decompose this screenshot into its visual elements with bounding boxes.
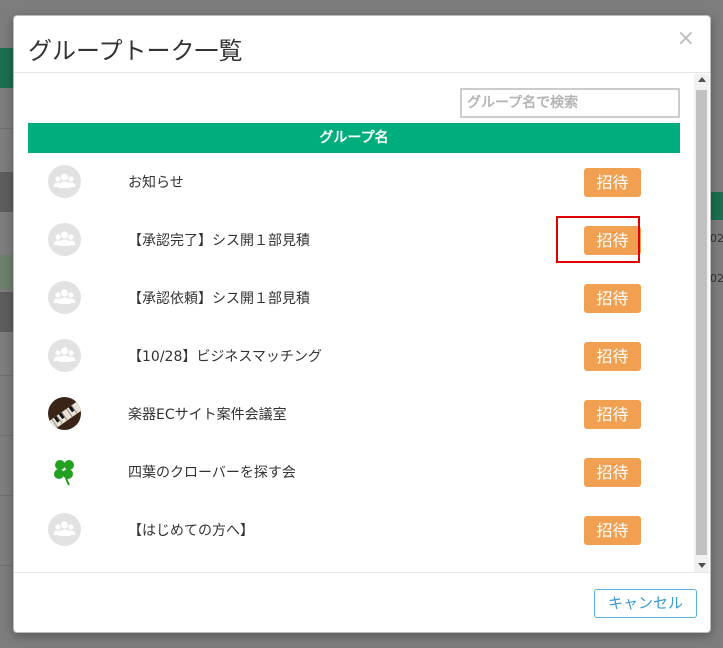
group-name: 楽器ECサイト案件会議室 (128, 407, 287, 423)
scrollbar[interactable] (694, 74, 709, 572)
invite-button[interactable]: 招待 (584, 458, 641, 487)
group-row: 楽器ECサイト案件会議室 招待 (28, 385, 680, 443)
background-divider (0, 435, 14, 436)
background-block (0, 172, 14, 212)
group-avatar-icon (48, 165, 81, 198)
invite-button[interactable]: 招待 (584, 516, 641, 545)
group-row: 【承認依頼】シス開１部見積 招待 (28, 269, 680, 327)
invite-button[interactable]: 招待 (584, 400, 641, 429)
close-icon[interactable]: × (677, 26, 695, 51)
group-avatar-icon (48, 339, 81, 372)
cancel-button[interactable]: キャンセル (594, 589, 697, 618)
group-name: お知らせ (128, 175, 184, 191)
group-name: 【10/28】ビジネスマッチング (128, 349, 322, 365)
background-header-bar (0, 48, 14, 88)
background-divider (0, 495, 14, 496)
modal-body: グループ名 お知らせ招待【承認完了】シス開１部見積招待【承認依頼】シス開１部見積… (14, 74, 710, 572)
background-block (0, 292, 14, 332)
scroll-down-arrow-icon[interactable] (698, 563, 706, 568)
group-name: 【はじめての方へ】 (128, 523, 254, 539)
group-search-input[interactable] (460, 88, 680, 118)
group-talk-modal: グループトーク一覧 × グループ名 お知らせ招待【承認完了】シス開１部見積招待【… (13, 15, 711, 633)
modal-header: グループトーク一覧 × (14, 16, 710, 73)
piano-avatar-image (48, 397, 81, 430)
group-row: 【はじめての方へ】 招待 (28, 501, 680, 559)
highlight-box (556, 216, 640, 263)
background-block (0, 255, 14, 290)
invite-button[interactable]: 招待 (584, 168, 641, 197)
group-avatar-icon (48, 513, 81, 546)
background-divider (0, 565, 14, 566)
scroll-up-arrow-icon[interactable] (698, 77, 706, 82)
invite-button[interactable]: 招待 (584, 342, 641, 371)
group-name: 【承認完了】シス開１部見積 (128, 233, 310, 249)
group-name: 【承認依頼】シス開１部見積 (128, 291, 310, 307)
background-divider (0, 128, 14, 129)
group-row: お知らせ 招待 (28, 153, 680, 211)
scrollbar-thumb[interactable] (696, 90, 707, 555)
group-avatar-icon (48, 281, 81, 314)
invite-button[interactable]: 招待 (584, 284, 641, 313)
modal-title: グループトーク一覧 (28, 37, 243, 65)
group-avatar-icon (48, 223, 81, 256)
group-row: 【10/28】ビジネスマッチング 招待 (28, 327, 680, 385)
table-header-group-name: グループ名 (28, 123, 680, 153)
background-text: 02 (710, 272, 723, 285)
modal-footer: キャンセル (14, 572, 710, 632)
background-divider (0, 375, 14, 376)
background-text: 02 (710, 232, 723, 245)
group-name: 四葉のクローバーを探す会 (128, 465, 296, 481)
clover-avatar-icon (48, 455, 81, 488)
background-header-bar (711, 192, 723, 220)
group-row: 四葉のクローバーを探す会 招待 (28, 443, 680, 501)
